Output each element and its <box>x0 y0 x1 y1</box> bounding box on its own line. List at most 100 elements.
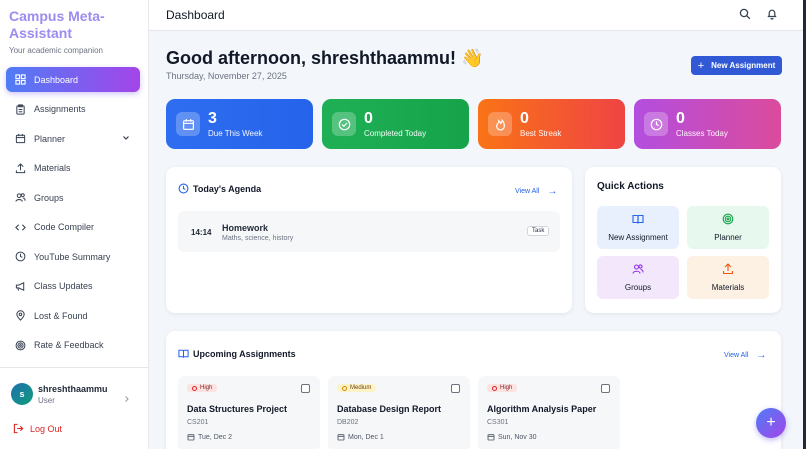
stat-completed-today[interactable]: 0 Completed Today <box>322 99 469 149</box>
sidebar-item-youtube-summary[interactable]: YouTube Summary <box>6 244 140 269</box>
agenda-time: 14:14 <box>191 228 212 237</box>
page-title: Dashboard <box>166 8 225 22</box>
search-icon[interactable] <box>739 8 751 20</box>
current-date: Thursday, November 27, 2025 <box>166 71 287 81</box>
upcoming-view-all-link[interactable]: View All → <box>724 350 766 361</box>
floating-add-button[interactable]: + <box>756 408 786 438</box>
course-code: CS201 <box>187 419 209 426</box>
assignment-card[interactable]: High Algorithm Analysis Paper CS301 Sun,… <box>478 376 620 449</box>
upload-icon <box>722 263 734 275</box>
grid-icon <box>15 74 26 85</box>
sidebar: Campus Meta-Assistant Your academic comp… <box>0 0 149 449</box>
target-icon <box>722 213 734 225</box>
user-profile[interactable]: s shreshthaammu User <box>11 383 141 407</box>
sidebar-item-label: Dashboard <box>34 74 79 85</box>
stat-label: Due This Week <box>208 129 263 138</box>
sidebar-item-label: Class Updates <box>34 281 93 291</box>
agenda-title: Today's Agenda <box>193 184 262 194</box>
calendar-icon <box>15 133 26 144</box>
assignment-card[interactable]: Medium Database Design Report DB202 Mon,… <box>328 376 470 449</box>
assignment-title: Database Design Report <box>337 404 442 414</box>
sidebar-item-lost-found[interactable]: Lost & Found <box>6 303 140 328</box>
due-date: Sun, Nov 30 <box>487 433 537 441</box>
due-date-label: Sun, Nov 30 <box>498 433 537 441</box>
stat-due-this-week[interactable]: 3 Due This Week <box>166 99 313 149</box>
calendar-icon <box>487 433 495 441</box>
task-badge: Task <box>527 226 550 236</box>
quick-action-groups[interactable]: Groups <box>597 256 679 299</box>
quick-action-new-assignment[interactable]: New Assignment <box>597 206 679 249</box>
agenda-view-all-link[interactable]: View All → <box>515 186 557 197</box>
clipboard-icon <box>15 103 26 115</box>
priority-label: Medium <box>350 385 372 391</box>
book-open-icon <box>632 213 644 225</box>
assignment-card[interactable]: High Data Structures Project CS201 Tue, … <box>178 376 320 449</box>
sidebar-item-planner[interactable]: Planner <box>6 126 140 151</box>
target-icon <box>15 340 26 351</box>
alert-icon <box>342 385 347 391</box>
sidebar-item-label: YouTube Summary <box>34 251 111 262</box>
greeting: Good afternoon, shreshthaammu! 👋 <box>166 48 484 68</box>
quick-action-label: Planner <box>714 233 742 242</box>
logout-label: Log Out <box>30 423 63 434</box>
sidebar-item-class-updates[interactable]: Class Updates <box>6 274 140 299</box>
quick-actions-title: Quick Actions <box>597 181 664 192</box>
quick-action-planner[interactable]: Planner <box>687 206 769 249</box>
complete-checkbox[interactable] <box>451 384 460 393</box>
arrow-right-icon: → <box>756 350 767 361</box>
chevron-right-icon <box>123 390 131 402</box>
brand-subtitle: Your academic companion <box>9 46 103 55</box>
check-circle-icon <box>332 112 356 136</box>
chevron-down-icon[interactable] <box>122 134 130 142</box>
brand: Campus Meta-Assistant Your academic comp… <box>9 8 141 55</box>
sidebar-item-label: Assignments <box>34 104 86 114</box>
stat-label: Classes Today <box>676 129 728 138</box>
priority-badge: Medium <box>337 384 377 392</box>
assignment-title: Data Structures Project <box>187 404 288 414</box>
sidebar-item-label: Lost & Found <box>34 310 88 321</box>
sidebar-item-groups[interactable]: Groups <box>6 185 140 210</box>
quick-action-materials[interactable]: Materials <box>687 256 769 299</box>
agenda-item[interactable]: 14:14 Homework Maths, science, history T… <box>178 211 560 252</box>
priority-badge: High <box>487 384 518 392</box>
bell-icon[interactable] <box>766 8 778 20</box>
agenda-item-title: Homework <box>222 223 269 233</box>
stat-best-streak[interactable]: 0 Best Streak <box>478 99 625 149</box>
new-assignment-button[interactable]: + New Assignment <box>691 56 782 75</box>
sidebar-item-materials[interactable]: Materials <box>6 156 140 181</box>
sidebar-item-label: Code Compiler <box>34 222 95 232</box>
calendar-icon <box>176 112 200 136</box>
users-icon <box>15 192 26 203</box>
quick-action-label: Groups <box>624 283 652 292</box>
sidebar-item-label: Groups <box>34 192 64 203</box>
logout-button[interactable]: Log Out <box>13 423 62 434</box>
stat-value: 0 <box>364 110 373 127</box>
complete-checkbox[interactable] <box>301 384 310 393</box>
complete-checkbox[interactable] <box>601 384 610 393</box>
upload-icon <box>15 162 26 174</box>
clock-icon <box>644 112 668 136</box>
assignment-title: Algorithm Analysis Paper <box>487 404 597 414</box>
flame-icon <box>488 112 512 136</box>
priority-badge: High <box>187 384 218 392</box>
users-icon <box>632 263 644 275</box>
view-all-label: View All <box>724 352 749 359</box>
stat-classes-today[interactable]: 0 Classes Today <box>634 99 781 149</box>
priority-label: High <box>500 385 513 391</box>
stat-label: Best Streak <box>520 129 562 138</box>
sidebar-item-assignments[interactable]: Assignments <box>6 97 140 122</box>
agenda-item-subtitle: Maths, science, history <box>222 235 294 242</box>
priority-label: High <box>200 385 213 391</box>
map-pin-icon <box>15 310 26 321</box>
stat-value: 0 <box>676 110 685 127</box>
calendar-icon <box>337 433 345 441</box>
sidebar-item-code-compiler[interactable]: Code Compiler <box>6 215 140 240</box>
brand-title[interactable]: Campus Meta-Assistant <box>9 8 141 42</box>
user-name: shreshthaammu <box>38 384 108 394</box>
due-date: Mon, Dec 1 <box>337 433 384 441</box>
sidebar-item-dashboard[interactable]: Dashboard <box>6 67 140 92</box>
sidebar-item-rate-feedback[interactable]: Rate & Feedback <box>6 333 140 358</box>
alert-icon <box>192 385 197 391</box>
view-all-label: View All <box>515 188 540 195</box>
sidebar-item-label: Planner <box>34 133 66 144</box>
